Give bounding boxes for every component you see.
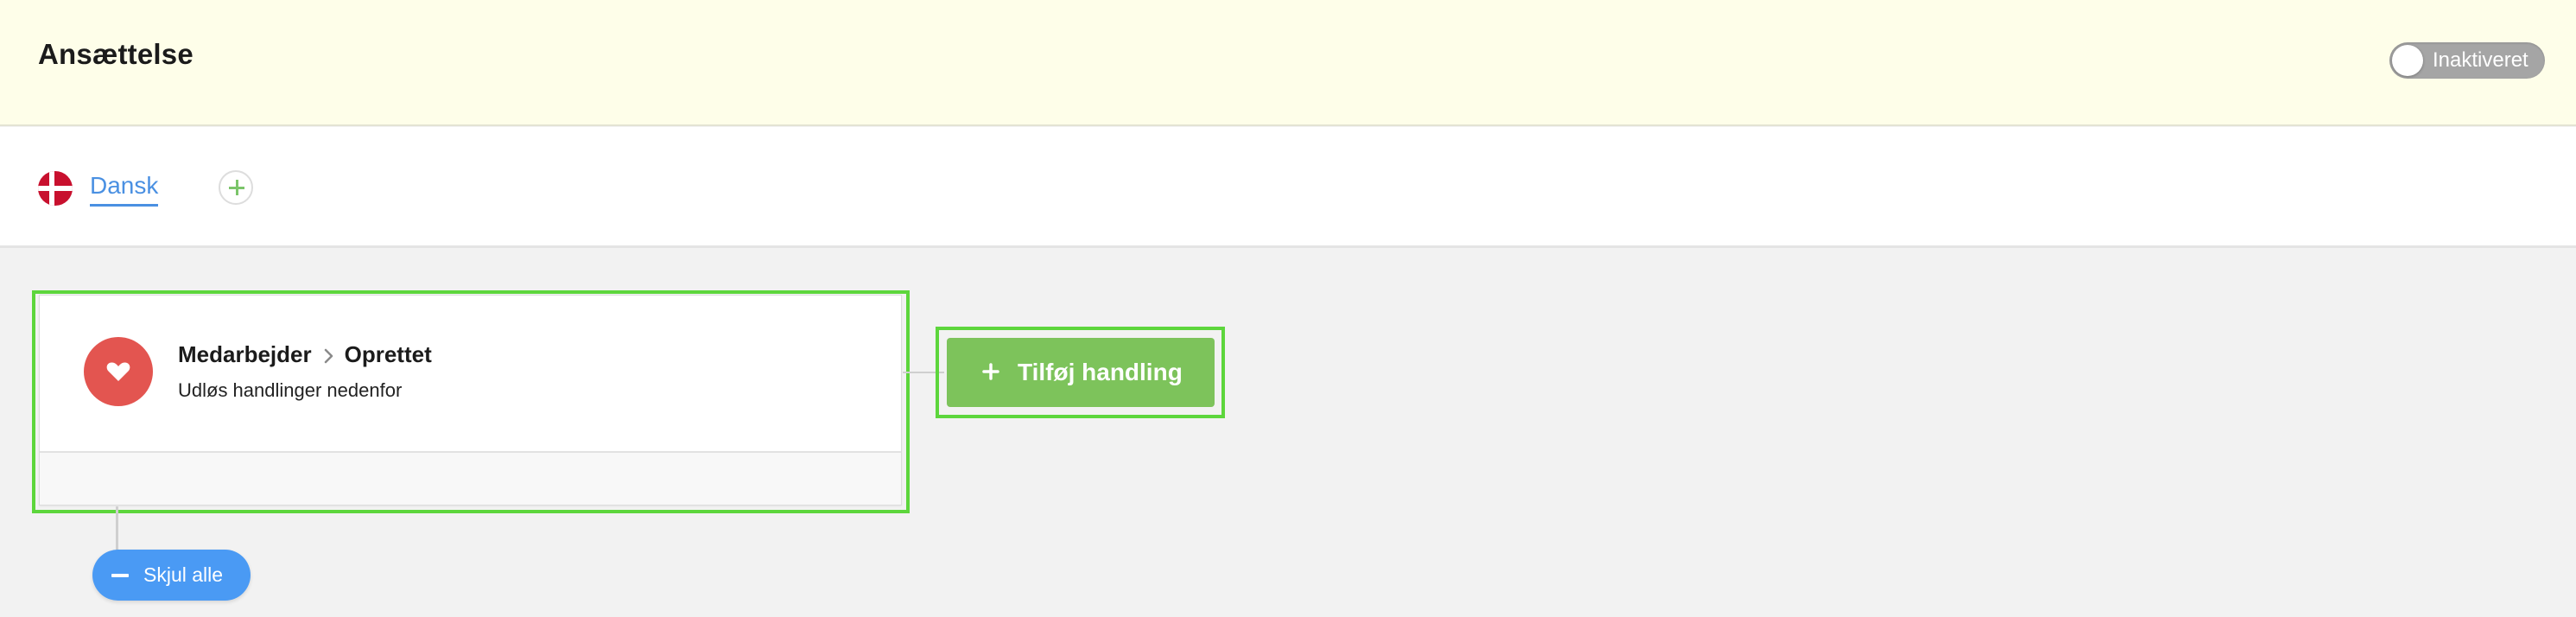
collapse-all-button[interactable]: Skjul alle [92,550,251,601]
trigger-card-footer [40,451,901,505]
plus-icon [981,362,1000,385]
trigger-card[interactable] [39,295,902,506]
language-tab-dansk[interactable]: Dansk [90,172,159,207]
trigger-subtitle: Udløs handlinger nedenfor [178,379,403,401]
add-action-label: Tilføj handling [1018,359,1183,385]
add-action-button[interactable]: Tilføj handling [947,338,1215,407]
language-bar: Dansk [0,127,2576,248]
trigger-event: Oprettet [344,341,432,367]
active-toggle[interactable]: Inaktiveret [2389,42,2545,79]
denmark-flag-icon [38,171,73,206]
toggle-label: Inaktiveret [2433,48,2528,72]
collapse-all-label: Skjul alle [143,563,224,586]
minus-icon [111,574,129,577]
heart-icon [84,337,153,406]
workflow-header: Ansættelse Inaktiveret [0,0,2576,126]
trigger-entity: Medarbejder [178,341,312,367]
trigger-breadcrumb: Medarbejder Oprettet [178,341,432,370]
chevron-right-icon [324,343,334,370]
connector-line [116,506,118,551]
add-language-button[interactable] [219,170,253,205]
page-title: Ansættelse [38,38,194,70]
toggle-knob [2392,45,2423,76]
